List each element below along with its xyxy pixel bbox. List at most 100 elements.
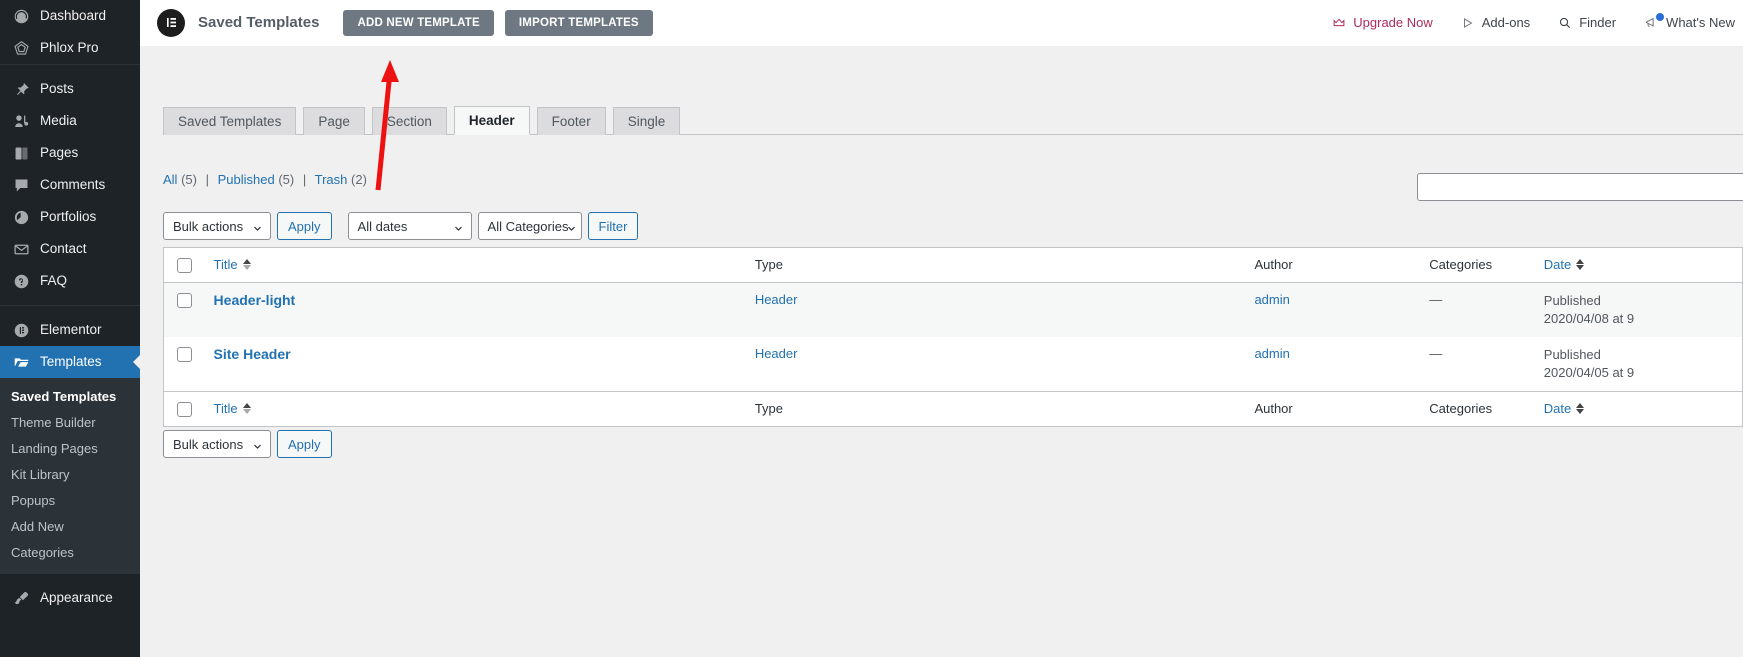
- separator: |: [302, 172, 307, 187]
- select-all-checkbox-footer[interactable]: [177, 402, 192, 418]
- table-row[interactable]: Header-light Header admin — Published 20…: [164, 282, 1742, 338]
- date-filter-select[interactable]: All dates: [347, 212, 472, 240]
- template-author-link[interactable]: admin: [1254, 346, 1289, 361]
- portfolio-icon: [11, 207, 31, 227]
- sidebar-item-label: Media: [40, 113, 77, 129]
- column-header-categories: Categories: [1419, 248, 1534, 284]
- admin-sidebar: Dashboard Phlox Pro Posts Media Pages Co…: [0, 0, 140, 657]
- search-input-wrapper[interactable]: [1417, 173, 1743, 201]
- template-author-link[interactable]: admin: [1254, 292, 1289, 307]
- sort-date-link[interactable]: Date: [1544, 257, 1585, 272]
- table-header-row: Title Type Author Categories Date: [164, 248, 1742, 284]
- sidebar-item-appearance[interactable]: Appearance: [0, 582, 140, 614]
- dashboard-icon: [11, 6, 31, 26]
- template-type-link[interactable]: Header: [755, 292, 798, 307]
- sidebar-item-media[interactable]: Media: [0, 105, 140, 137]
- add-ons-link[interactable]: Add-ons: [1461, 15, 1530, 30]
- filter-button[interactable]: Filter: [587, 212, 639, 240]
- crown-icon: [1332, 16, 1346, 30]
- sidebar-item-label: Contact: [40, 241, 87, 257]
- sidebar-item-dashboard[interactable]: Dashboard: [0, 0, 140, 32]
- row-author-cell: admin: [1244, 337, 1419, 392]
- select-all-checkbox[interactable]: [177, 258, 192, 274]
- row-categories-cell: —: [1429, 292, 1443, 308]
- date-status: Published: [1543, 347, 1601, 363]
- template-type-link[interactable]: Header: [755, 346, 798, 361]
- row-date-cell: Published 2020/04/05 at 9: [1534, 337, 1742, 392]
- sidebar-subitem-saved-templates[interactable]: Saved Templates: [0, 384, 140, 410]
- sidebar-subitem-categories[interactable]: Categories: [0, 540, 140, 566]
- bulk-actions-select[interactable]: Bulk actions: [163, 212, 271, 240]
- row-title-cell: Site Header: [204, 337, 745, 392]
- sidebar-subitem-popups[interactable]: Popups: [0, 488, 140, 514]
- sort-title-link-footer[interactable]: Title: [214, 401, 251, 416]
- pin-icon: [11, 79, 31, 99]
- sidebar-item-contact[interactable]: Contact: [0, 233, 140, 265]
- sidebar-item-pages[interactable]: Pages: [0, 137, 140, 169]
- pages-icon: [11, 143, 31, 163]
- bulk-actions-select-bottom[interactable]: Bulk actions: [163, 430, 271, 458]
- table-row[interactable]: Site Header Header admin — Published 202…: [164, 337, 1742, 392]
- chevron-down-icon: [567, 221, 576, 231]
- status-link-trash[interactable]: Trash: [315, 172, 348, 187]
- tab-single[interactable]: Single: [612, 107, 681, 135]
- sidebar-item-comments[interactable]: Comments: [0, 169, 140, 201]
- top-bar-right: Upgrade Now Add-ons Finder What's New: [1304, 13, 1743, 30]
- sidebar-item-phlox-pro[interactable]: Phlox Pro: [0, 32, 140, 64]
- finder-link[interactable]: Finder: [1558, 15, 1616, 30]
- sidebar-item-templates[interactable]: Templates: [0, 346, 140, 378]
- media-icon: [11, 111, 31, 131]
- sort-arrows-icon: [1576, 403, 1585, 415]
- play-outline-icon: [1461, 16, 1475, 30]
- sidebar-item-label: Templates: [40, 354, 102, 370]
- select-all-footer: [164, 391, 204, 427]
- sidebar-item-label: Appearance: [40, 590, 113, 606]
- sort-date-link-footer[interactable]: Date: [1544, 401, 1585, 416]
- sidebar-subitem-add-new[interactable]: Add New: [0, 514, 140, 540]
- folder-icon: [11, 352, 31, 372]
- comment-icon: [11, 175, 31, 195]
- tab-header[interactable]: Header: [453, 106, 530, 135]
- sidebar-group-2: Posts Media Pages Comments Portfolios Co…: [0, 65, 140, 306]
- column-footer-title: Title: [203, 391, 745, 427]
- apply-button-top[interactable]: Apply: [277, 212, 332, 240]
- sidebar-subitem-landing-pages[interactable]: Landing Pages: [0, 436, 140, 462]
- sidebar-subitem-theme-builder[interactable]: Theme Builder: [0, 410, 140, 436]
- upgrade-now-link[interactable]: Upgrade Now: [1332, 15, 1433, 30]
- tab-footer[interactable]: Footer: [536, 107, 606, 135]
- category-filter-select[interactable]: All Categories: [477, 212, 582, 240]
- whats-new-link[interactable]: What's New: [1644, 13, 1735, 30]
- chevron-down-icon: [253, 439, 262, 449]
- search-input[interactable]: [1418, 174, 1743, 200]
- status-link-all[interactable]: All: [163, 172, 177, 187]
- row-checkbox[interactable]: [177, 293, 192, 309]
- status-link-published[interactable]: Published: [218, 172, 275, 187]
- template-title-link[interactable]: Site Header: [214, 346, 291, 362]
- sidebar-item-elementor[interactable]: Elementor: [0, 314, 140, 346]
- envelope-icon: [11, 239, 31, 259]
- tab-saved-templates[interactable]: Saved Templates: [163, 107, 297, 135]
- column-footer-type: Type: [744, 391, 1245, 427]
- apply-button-bottom[interactable]: Apply: [277, 430, 332, 458]
- sidebar-item-faq[interactable]: FAQ: [0, 265, 140, 297]
- elementor-top-bar: Saved Templates ADD NEW TEMPLATE IMPORT …: [140, 0, 1743, 46]
- sidebar-item-label: Comments: [40, 177, 106, 193]
- elementor-logo-icon: [157, 8, 185, 37]
- templates-table: Title Type Author Categories Date Header…: [163, 247, 1743, 428]
- link-label: Add-ons: [1481, 15, 1531, 30]
- sidebar-subitem-kit-library[interactable]: Kit Library: [0, 462, 140, 488]
- row-categories-cell: —: [1429, 346, 1443, 362]
- sidebar-item-posts[interactable]: Posts: [0, 73, 140, 105]
- template-title-link[interactable]: Header-light: [214, 292, 296, 308]
- date-filter-value: All dates: [357, 218, 408, 234]
- sort-title-link[interactable]: Title: [214, 257, 251, 272]
- import-templates-button[interactable]: IMPORT TEMPLATES: [504, 9, 653, 36]
- tab-section[interactable]: Section: [371, 107, 447, 135]
- chevron-down-icon: [253, 221, 262, 231]
- add-new-template-button[interactable]: ADD NEW TEMPLATE: [343, 9, 494, 36]
- elementor-icon: [11, 320, 31, 340]
- row-checkbox[interactable]: [177, 347, 192, 363]
- sidebar-item-portfolios[interactable]: Portfolios: [0, 201, 140, 233]
- tab-page[interactable]: Page: [303, 107, 365, 135]
- link-label: Upgrade Now: [1353, 15, 1433, 30]
